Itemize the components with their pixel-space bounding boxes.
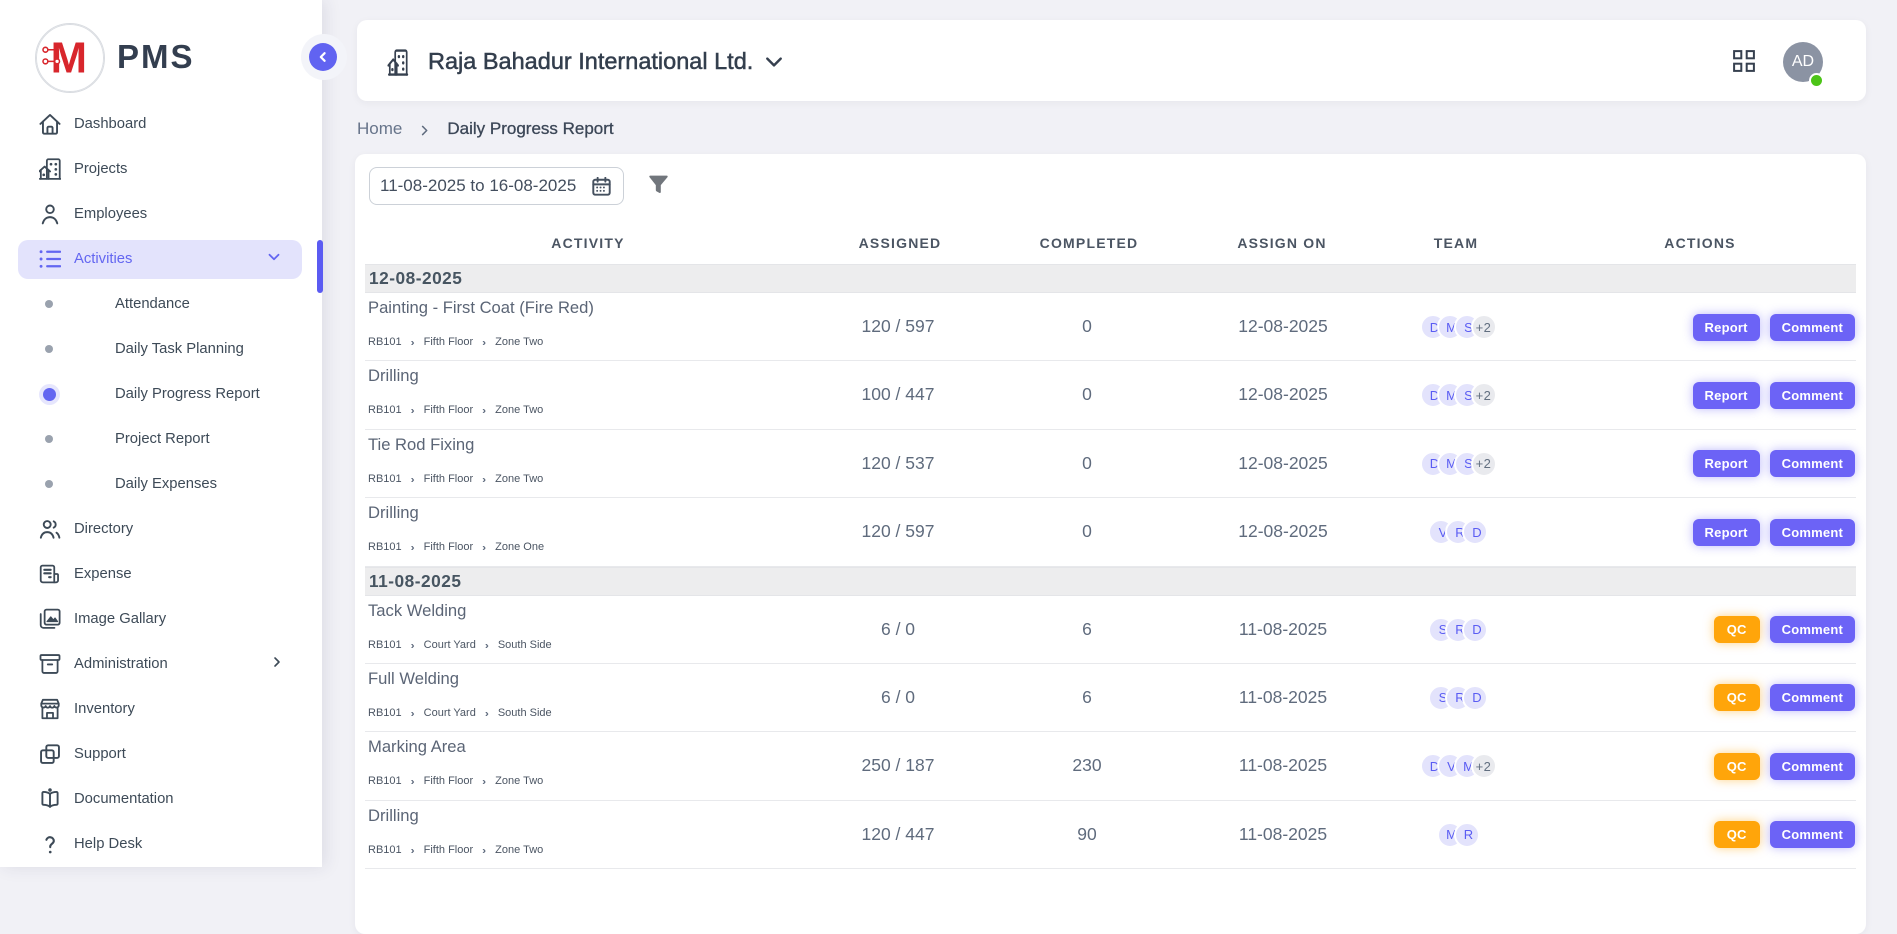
svg-text:M: M: [51, 34, 87, 83]
